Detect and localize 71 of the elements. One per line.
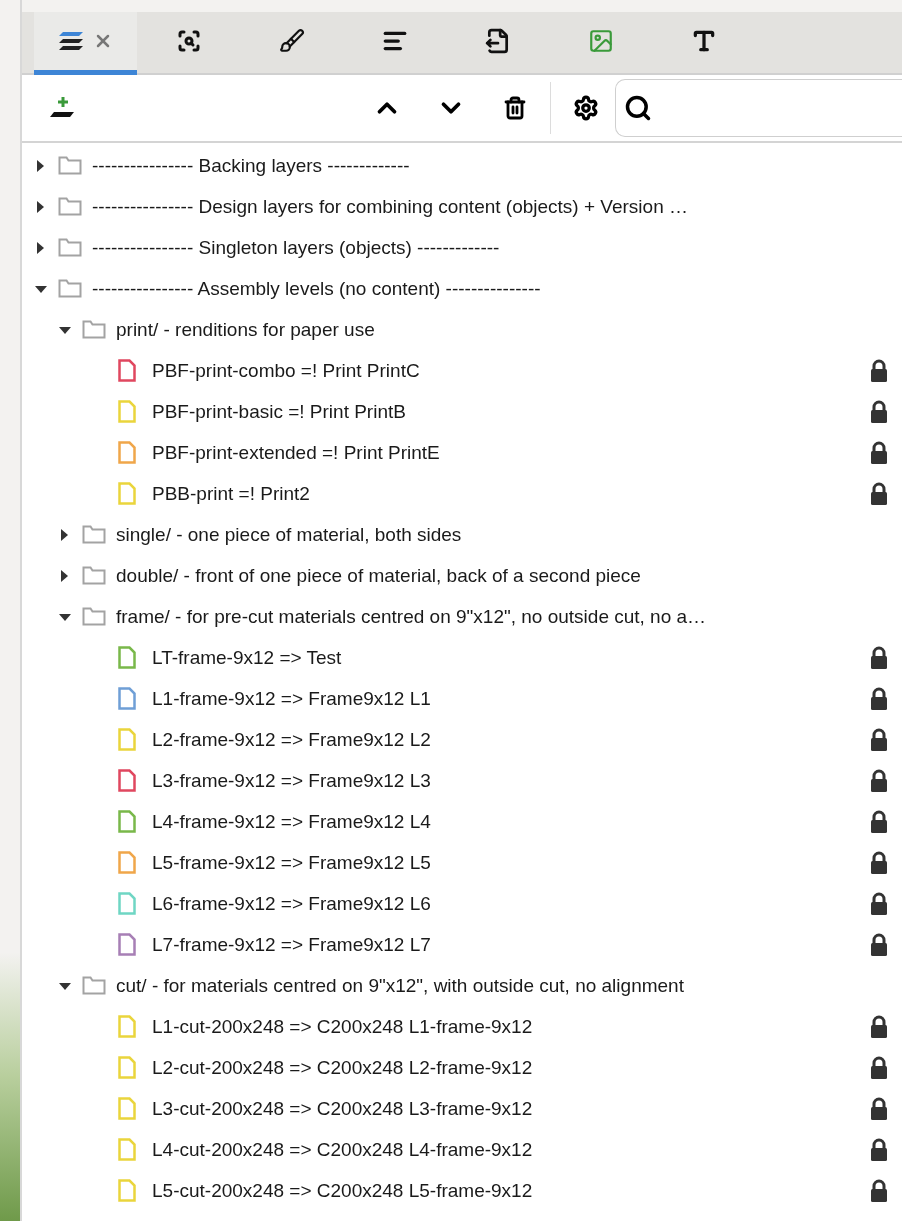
layer-row[interactable]: L3-cut-200x248 => C200x248 L3-frame-9x12 xyxy=(22,1088,902,1129)
folder-row[interactable]: double/ - front of one piece of material, back of a second piece xyxy=(22,555,902,596)
folder-label: frame/ - for pre-cut materials centred on 9"x12", no outside cut, no a… xyxy=(116,605,708,628)
folder-label: cut/ - for materials centred on 9"x12", with outside cut, no alignment xyxy=(116,974,685,997)
layer-label: L5-frame-9x12 => Frame9x12 L5 xyxy=(152,851,432,874)
layer-row[interactable]: L4-frame-9x12 => Frame9x12 L4 xyxy=(22,801,902,842)
layer-label: L2-frame-9x12 => Frame9x12 L2 xyxy=(152,728,432,751)
layer-label: L7-frame-9x12 => Frame9x12 L7 xyxy=(152,933,432,956)
image-icon xyxy=(587,28,614,54)
folder-icon xyxy=(82,976,106,995)
folder-icon xyxy=(58,238,82,257)
panel-tab[interactable] xyxy=(34,12,137,75)
folder-icon xyxy=(58,279,82,298)
layer-row[interactable]: L4-cut-200x248 => C200x248 L4-frame-9x12 xyxy=(22,1129,902,1170)
folder-icon xyxy=(58,156,82,175)
search-field[interactable] xyxy=(615,79,902,137)
trash-icon xyxy=(503,96,527,120)
layers-icon xyxy=(58,30,85,52)
folder-icon xyxy=(58,197,82,216)
layer-label: L3-cut-200x248 => C200x248 L3-frame-9x12 xyxy=(152,1097,534,1120)
export-file-icon xyxy=(484,28,511,54)
layer-row[interactable]: L5-cut-200x248 => C200x248 L5-frame-9x12 xyxy=(22,1170,902,1211)
folder-icon xyxy=(82,525,106,544)
folder-row[interactable]: cut/ - for materials centred on 9"x12", with outside cut, no alignment xyxy=(22,965,902,1006)
folder-label: ---------------- Backing layers ------------- xyxy=(92,154,411,177)
layer-row[interactable]: PBF-print-extended =! Print PrintE xyxy=(22,432,902,473)
folder-row[interactable]: single/ - one piece of material, both sides xyxy=(22,514,902,555)
layer-row[interactable]: PBF-print-combo =! Print PrintC xyxy=(22,350,902,391)
layer-label: PBF-print-combo =! Print PrintC xyxy=(152,359,421,382)
folder-row[interactable]: print/ - renditions for paper use xyxy=(22,309,902,350)
folder-row[interactable]: ---------------- Assembly levels (no content) --------------- xyxy=(22,268,902,309)
layer-row[interactable]: L1-cut-200x248 => C200x248 L1-frame-9x12 xyxy=(22,1006,902,1047)
folder-row[interactable]: ---------------- Singleton layers (objects) ------------- xyxy=(22,227,902,268)
layer-label: L4-cut-200x248 => C200x248 L4-frame-9x12 xyxy=(152,1138,534,1161)
settings-icon xyxy=(573,95,599,121)
folder-label: ---------------- Design layers for combining content (objects) + Version … xyxy=(92,195,689,218)
folder-label: ---------------- Singleton layers (objects) ------------- xyxy=(92,236,501,259)
layer-row[interactable]: LT-frame-9x12 => Test xyxy=(22,637,902,678)
layer-row[interactable]: PBB-print =! Print2 xyxy=(22,473,902,514)
folder-row[interactable]: ---------------- Backing layers ------------- xyxy=(22,145,902,186)
layer-row[interactable]: L7-frame-9x12 => Frame9x12 L7 xyxy=(22,924,902,965)
folder-label: double/ - front of one piece of material, back of a second piece xyxy=(116,564,642,587)
layer-row[interactable]: L2-cut-200x248 => C200x248 L2-frame-9x12 xyxy=(22,1047,902,1088)
folder-row[interactable]: frame/ - for pre-cut materials centred on 9"x12", no outside cut, no a… xyxy=(22,596,902,637)
layer-row[interactable]: L1-frame-9x12 => Frame9x12 L1 xyxy=(22,678,902,719)
folder-icon xyxy=(82,566,106,585)
layer-label: L1-cut-200x248 => C200x248 L1-frame-9x12 xyxy=(152,1015,534,1038)
layer-row[interactable]: L6-frame-9x12 => Frame9x12 L6 xyxy=(22,883,902,924)
layer-label: PBF-print-extended =! Print PrintE xyxy=(152,441,441,464)
folder-label: print/ - renditions for paper use xyxy=(116,318,376,341)
layer-label: L3-frame-9x12 => Frame9x12 L3 xyxy=(152,769,432,792)
layer-label: L5-cut-200x248 => C200x248 L5-frame-9x12 xyxy=(152,1179,534,1202)
layer-label: PBF-print-basic =! Print PrintB xyxy=(152,400,407,423)
folder-label: single/ - one piece of material, both sides xyxy=(116,523,463,546)
layer-label: L1-frame-9x12 => Frame9x12 L1 xyxy=(152,687,432,710)
layer-row[interactable]: L2-frame-9x12 => Frame9x12 L2 xyxy=(22,719,902,760)
inspect-icon xyxy=(176,29,201,53)
search-icon xyxy=(624,94,652,122)
layer-label: LT-frame-9x12 => Test xyxy=(152,646,343,669)
layer-row[interactable]: PBF-print-basic =! Print PrintB xyxy=(22,391,902,432)
folder-icon xyxy=(82,320,106,339)
layer-label: PBB-print =! Print2 xyxy=(152,482,311,505)
folder-row[interactable]: ---------------- Design layers for combining content (objects) + Version … xyxy=(22,186,902,227)
layer-row[interactable]: L3-frame-9x12 => Frame9x12 L3 xyxy=(22,760,902,801)
layer-row[interactable]: L5-frame-9x12 => Frame9x12 L5 xyxy=(22,842,902,883)
folder-icon xyxy=(82,607,106,626)
folder-label: ---------------- Assembly levels (no content) --------------- xyxy=(92,277,542,300)
layer-label: L6-frame-9x12 => Frame9x12 L6 xyxy=(152,892,432,915)
brush-icon xyxy=(278,28,305,54)
layer-label: L2-cut-200x248 => C200x248 L2-frame-9x12 xyxy=(152,1056,534,1079)
layer-label: L4-frame-9x12 => Frame9x12 L4 xyxy=(152,810,432,833)
